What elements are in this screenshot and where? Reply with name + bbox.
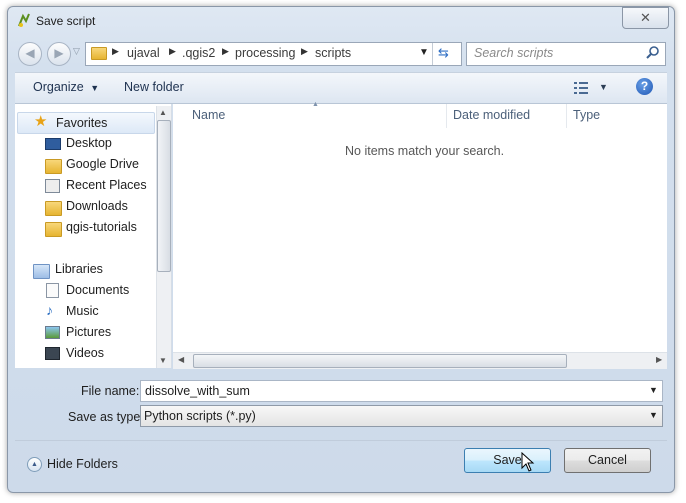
- pictures-icon: [45, 326, 60, 339]
- help-icon[interactable]: ?: [636, 78, 653, 95]
- command-toolbar: Organize ▼ New folder ▼: [15, 72, 667, 104]
- nav-videos[interactable]: Videos: [15, 343, 155, 363]
- save-button[interactable]: Save: [464, 448, 551, 473]
- close-button[interactable]: ✕: [622, 7, 669, 29]
- documents-icon: [46, 283, 59, 298]
- nav-google-drive-label: Google Drive: [66, 157, 139, 171]
- sort-ascending-icon: ▲: [312, 101, 319, 108]
- scroll-up-icon[interactable]: ▲: [159, 108, 167, 117]
- nav-desktop-label: Desktop: [66, 136, 112, 150]
- nav-videos-label: Videos: [66, 346, 104, 360]
- libraries-icon: [33, 264, 50, 279]
- organize-button[interactable]: Organize ▼: [33, 80, 99, 94]
- view-dropdown-icon[interactable]: ▼: [599, 82, 608, 92]
- nav-google-drive[interactable]: Google Drive: [15, 154, 155, 174]
- file-name-value: dissolve_with_sum: [145, 384, 250, 398]
- save-as-type-select[interactable]: Python scripts (*.py) ▼: [140, 405, 663, 427]
- arrow-right-icon: ▶: [54, 46, 64, 60]
- breadcrumb-scripts[interactable]: scripts: [315, 46, 351, 60]
- breadcrumb-processing[interactable]: processing: [235, 46, 295, 60]
- view-options-icon[interactable]: [574, 82, 588, 97]
- chevron-down-icon[interactable]: ▼: [649, 385, 658, 395]
- file-list: Name ▲ Date modified Type No items match…: [173, 101, 667, 368]
- recent-locations-dropdown[interactable]: ▽: [73, 46, 80, 57]
- nav-pictures-label: Pictures: [66, 325, 112, 339]
- google-drive-folder-icon: [45, 159, 62, 174]
- new-folder-button[interactable]: New folder: [124, 80, 184, 94]
- nav-documents-label: Documents: [66, 283, 130, 297]
- collapse-up-icon[interactable]: ▲: [27, 457, 42, 472]
- arrow-left-icon: ◀: [25, 46, 35, 60]
- desktop-icon: [45, 138, 61, 150]
- app-icon: [17, 12, 31, 28]
- save-button-label: Save: [493, 453, 522, 467]
- breadcrumb-separator: ▶: [301, 46, 308, 56]
- address-bar[interactable]: ▶ ujaval ▶ .qgis2 ▶ processing ▶ scripts…: [85, 42, 462, 66]
- organize-label: Organize: [33, 80, 84, 94]
- file-name-label: File name:: [81, 384, 140, 398]
- footer-divider: [15, 440, 667, 441]
- videos-icon: [45, 347, 60, 360]
- search-box[interactable]: Search scripts: [466, 42, 666, 66]
- nav-documents[interactable]: Documents: [15, 280, 155, 300]
- recent-places-icon: [45, 179, 60, 193]
- column-date-modified[interactable]: Date modified: [453, 108, 530, 122]
- nav-downloads[interactable]: Downloads: [15, 196, 155, 216]
- column-name[interactable]: Name: [192, 108, 225, 122]
- column-divider: [446, 104, 447, 128]
- window-title: Save script: [36, 14, 96, 28]
- folder-icon: [91, 47, 107, 60]
- nav-downloads-label: Downloads: [66, 199, 128, 213]
- nav-pictures[interactable]: Pictures: [15, 322, 155, 342]
- hscrollbar-thumb[interactable]: [193, 354, 567, 368]
- search-icon[interactable]: [646, 45, 660, 64]
- empty-message: No items match your search.: [345, 144, 505, 158]
- folder-icon: [45, 222, 62, 237]
- nav-libraries[interactable]: Libraries: [15, 259, 155, 279]
- mouse-cursor-icon: [521, 451, 535, 475]
- hide-folders-button[interactable]: Hide Folders: [47, 457, 118, 471]
- cancel-button-label: Cancel: [588, 453, 627, 467]
- chevron-down-icon: ▼: [90, 83, 100, 93]
- nav-recent-places[interactable]: Recent Places: [15, 175, 155, 195]
- nav-music-label: Music: [66, 304, 99, 318]
- back-button[interactable]: ◀: [18, 42, 42, 66]
- scroll-down-icon[interactable]: ▼: [159, 356, 167, 365]
- save-as-type-value: Python scripts (*.py): [144, 409, 256, 423]
- star-icon: ★: [34, 113, 48, 130]
- search-placeholder: Search scripts: [474, 46, 554, 60]
- downloads-folder-icon: [45, 201, 62, 216]
- chevron-down-icon: ▼: [649, 410, 658, 420]
- nav-libraries-label: Libraries: [55, 262, 103, 276]
- file-name-field[interactable]: dissolve_with_sum ▼: [140, 380, 663, 402]
- breadcrumb-ujaval[interactable]: ujaval: [127, 46, 160, 60]
- scroll-right-icon[interactable]: ▶: [656, 355, 662, 364]
- address-divider: [432, 43, 433, 65]
- forward-button[interactable]: ▶: [47, 42, 71, 66]
- scroll-left-icon[interactable]: ◀: [178, 355, 184, 364]
- music-icon: ♪: [46, 302, 53, 318]
- column-divider: [566, 104, 567, 128]
- nav-music[interactable]: ♪ Music: [15, 301, 155, 321]
- address-dropdown-icon[interactable]: ▼: [419, 47, 429, 58]
- save-as-type-label: Save as type:: [68, 410, 144, 424]
- nav-favorites[interactable]: ★ Favorites: [17, 112, 155, 134]
- nav-qgis-tutorials[interactable]: qgis-tutorials: [15, 217, 155, 237]
- nav-scrollbar-thumb[interactable]: [157, 120, 171, 272]
- navigation-pane: ★ Favorites Desktop Google Drive Recent …: [15, 104, 172, 368]
- breadcrumb-qgis2[interactable]: .qgis2: [182, 46, 215, 60]
- refresh-icon[interactable]: ⇆: [438, 45, 449, 61]
- nav-desktop[interactable]: Desktop: [15, 133, 155, 153]
- nav-favorites-label: Favorites: [56, 116, 108, 130]
- cancel-button[interactable]: Cancel: [564, 448, 651, 473]
- breadcrumb-separator: ▶: [112, 46, 119, 56]
- nav-qgis-tutorials-label: qgis-tutorials: [66, 220, 137, 234]
- breadcrumb-separator: ▶: [169, 46, 176, 56]
- breadcrumb-separator: ▶: [222, 46, 229, 56]
- nav-recent-places-label: Recent Places: [66, 178, 147, 192]
- column-type[interactable]: Type: [573, 108, 600, 122]
